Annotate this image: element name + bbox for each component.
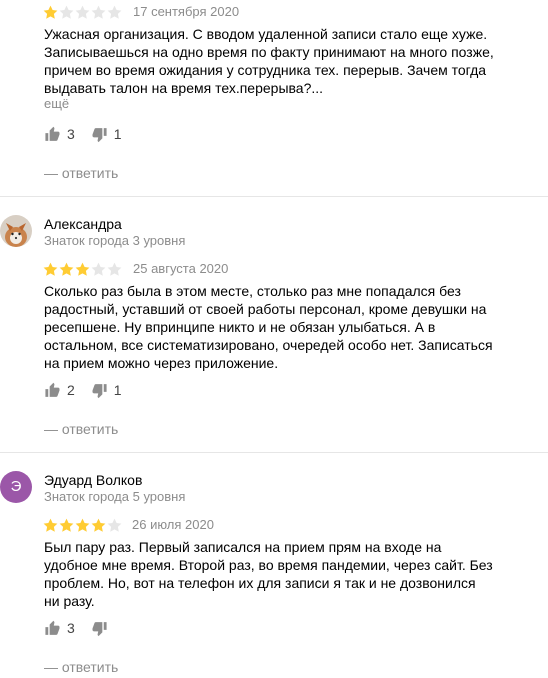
- dislike-count: 1: [113, 126, 122, 142]
- thumbs-down-icon: [91, 620, 108, 637]
- star-empty-icon: [59, 5, 74, 19]
- star-filled-icon: [75, 518, 90, 532]
- star-empty-icon: [91, 262, 106, 276]
- author-name[interactable]: Александра: [44, 216, 122, 232]
- author-name[interactable]: Эдуард Волков: [44, 472, 142, 488]
- review-reactions: 3 1: [44, 125, 138, 143]
- dislike-count: 1: [113, 382, 122, 398]
- like-button[interactable]: 3: [44, 126, 75, 143]
- star-filled-icon: [43, 262, 58, 276]
- rating-stars: [43, 518, 122, 532]
- review-card: 17 сентября 2020 Ужасная организация. С …: [0, 0, 548, 195]
- star-filled-icon: [43, 518, 58, 532]
- like-count: 2: [67, 382, 75, 398]
- star-empty-icon: [107, 518, 122, 532]
- author-level: Знаток города 5 уровня: [44, 489, 186, 504]
- star-empty-icon: [91, 5, 106, 19]
- reply-link[interactable]: — ответить: [44, 421, 118, 437]
- star-filled-icon: [43, 5, 58, 19]
- thumbs-down-icon: [91, 382, 108, 399]
- thumbs-up-icon: [44, 126, 61, 143]
- like-count: 3: [67, 126, 75, 142]
- review-card: Э Эдуард Волков Знаток города 5 уровня 2…: [0, 453, 548, 678]
- dislike-button[interactable]: 1: [91, 126, 122, 143]
- avatar[interactable]: [0, 215, 32, 247]
- star-filled-icon: [75, 262, 90, 276]
- dislike-button[interactable]: [91, 620, 108, 637]
- star-empty-icon: [75, 5, 90, 19]
- read-more-link[interactable]: ещё: [44, 96, 69, 111]
- thumbs-up-icon: [44, 620, 61, 637]
- like-count: 3: [67, 620, 75, 636]
- reply-link[interactable]: — ответить: [44, 165, 118, 181]
- review-reactions: 2 1: [44, 381, 138, 399]
- avatar[interactable]: Э: [0, 471, 32, 503]
- review-card: Александра Знаток города 3 уровня 25 авг…: [0, 197, 548, 453]
- rating-stars: [43, 5, 122, 19]
- star-filled-icon: [59, 262, 74, 276]
- review-text: Ужасная организация. С вводом удаленной …: [44, 26, 494, 96]
- review-text: Был пару раз. Первый записался на прием …: [44, 539, 493, 609]
- star-filled-icon: [59, 518, 74, 532]
- like-button[interactable]: 2: [44, 382, 75, 399]
- dislike-button[interactable]: 1: [91, 382, 122, 399]
- author-level: Знаток города 3 уровня: [44, 233, 186, 248]
- thumbs-up-icon: [44, 382, 61, 399]
- review-date: 25 августа 2020: [133, 261, 229, 276]
- star-filled-icon: [91, 518, 106, 532]
- review-reactions: 3: [44, 619, 124, 637]
- reply-link[interactable]: — ответить: [44, 659, 118, 675]
- rating-stars: [43, 262, 122, 276]
- like-button[interactable]: 3: [44, 620, 75, 637]
- review-date: 26 июля 2020: [132, 517, 214, 532]
- thumbs-down-icon: [91, 126, 108, 143]
- star-empty-icon: [107, 5, 122, 19]
- review-date: 17 сентября 2020: [133, 4, 240, 19]
- star-empty-icon: [107, 262, 122, 276]
- review-text: Сколько раз была в этом месте, столько р…: [44, 283, 493, 371]
